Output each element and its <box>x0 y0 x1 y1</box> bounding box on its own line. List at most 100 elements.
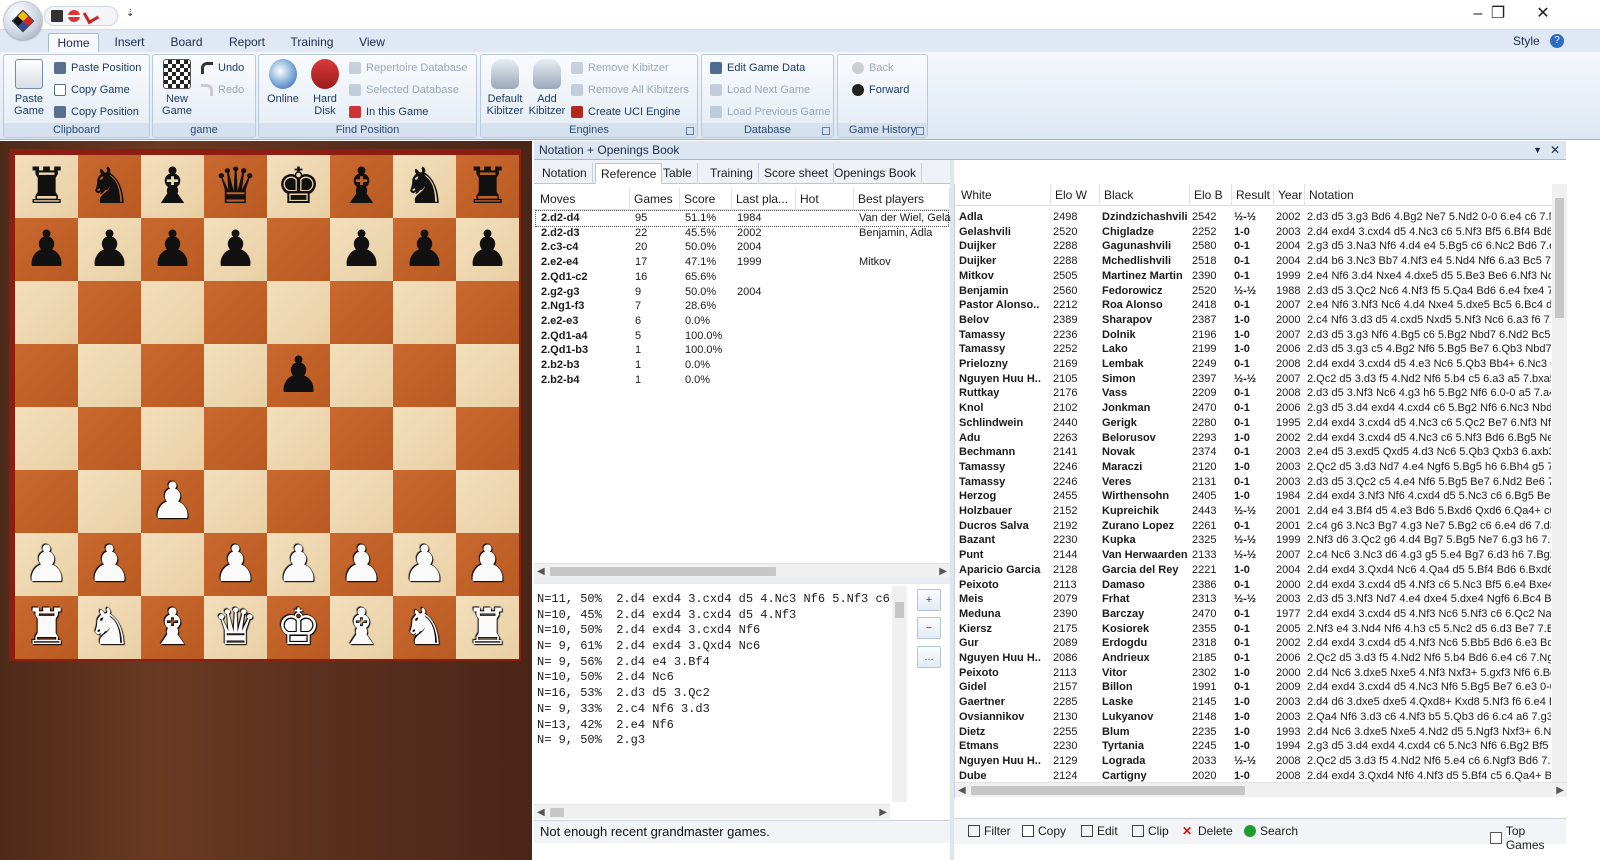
game-row[interactable]: Tamassy 2252 Lako 2199 1-0 2006 2.d3 d5 3.g3 c… <box>955 342 1552 357</box>
square-b1[interactable]: ♞ <box>78 596 141 659</box>
tab-view[interactable]: View <box>352 33 392 52</box>
close-button[interactable]: ✕ <box>1523 3 1563 25</box>
game-row[interactable]: Kiersz 2175 Kosiorek 2355 0-1 2005 2.Nf3 e4 3.… <box>955 622 1552 637</box>
col-games[interactable]: Games <box>630 188 680 210</box>
move-row[interactable]: 2.Qd1-a4 5 100.0% <box>536 329 948 344</box>
black-pawn-icon[interactable]: ♟ <box>402 218 447 281</box>
black-king-icon[interactable]: ♚ <box>276 155 321 218</box>
clip-button[interactable]: Clip <box>1132 824 1169 838</box>
square-b2[interactable]: ♟ <box>78 533 141 596</box>
square-h6[interactable] <box>456 281 519 344</box>
white-pawn-icon[interactable]: ♟ <box>339 533 384 596</box>
game-row[interactable]: Meis 2079 Frhat 2313 ½-½ 2003 2.d3 d5 3.Nf3 Nd… <box>955 592 1552 607</box>
square-b6[interactable] <box>78 281 141 344</box>
game-row[interactable]: Ducros Salva 2192 Zurano Lopez 2261 0-1 2001 2… <box>955 519 1552 534</box>
square-a2[interactable]: ♟ <box>15 533 78 596</box>
square-e5[interactable]: ♟ <box>267 344 330 407</box>
black-knight-icon[interactable]: ♞ <box>402 155 447 218</box>
paste-position-button[interactable]: Paste Position <box>54 59 141 77</box>
square-f3[interactable] <box>330 470 393 533</box>
lines-hscroll[interactable]: ◀ ▶ <box>534 804 890 819</box>
move-row[interactable]: 2.d2-d3 22 45.5% 2002 Benjamin, Adla <box>536 226 948 241</box>
black-pawn-icon[interactable]: ♟ <box>87 218 132 281</box>
square-h8[interactable]: ♜ <box>456 155 519 218</box>
black-bishop-icon[interactable]: ♝ <box>150 155 195 218</box>
game-row[interactable]: Gaertner 2285 Laske 2145 1-0 2003 2.d4 d6 3.dx… <box>955 695 1552 710</box>
copy-button[interactable]: Copy <box>1022 824 1066 838</box>
square-e2[interactable]: ♟ <box>267 533 330 596</box>
zoom-in-button[interactable]: + <box>917 589 941 611</box>
game-row[interactable]: Nguyen Huu H.. 2129 Lograda 2033 ½-½ 2008 2.Qc… <box>955 754 1552 769</box>
game-row[interactable]: Pastor Alonso.. 2212 Roa Alonso 2418 0-1 2007… <box>955 298 1552 313</box>
game-row[interactable]: Gur 2089 Erdogdu 2318 0-1 2002 2.d4 exd4 3.cxd… <box>955 636 1552 651</box>
col-best-players[interactable]: Best players <box>854 188 950 210</box>
game-row[interactable]: Bechmann 2141 Novak 2374 0-1 2003 2.e4 d5 3.ex… <box>955 445 1552 460</box>
default-kibitzer-button[interactable]: Default Kibitzer <box>483 57 527 117</box>
game-row[interactable]: Adu 2263 Belorusov 2293 1-0 2002 2.d4 exd4 3.c… <box>955 431 1552 446</box>
square-d4[interactable] <box>204 407 267 470</box>
scroll-thumb[interactable] <box>550 567 776 576</box>
square-d5[interactable] <box>204 344 267 407</box>
col-black[interactable]: Black <box>1100 184 1190 206</box>
black-pawn-icon[interactable]: ♟ <box>276 344 321 407</box>
tab-openings-book[interactable]: Openings Book <box>829 163 923 184</box>
top-games-checkbox[interactable]: Top Games <box>1490 824 1566 852</box>
black-rook-icon[interactable]: ♜ <box>24 155 69 218</box>
opening-line[interactable]: N=11, 50% 2.d4 exd4 3.cxd4 d5 4.Nc3 Nf6 … <box>537 592 890 608</box>
game-row[interactable]: Schlindwein 2440 Gerigk 2280 0-1 1995 2.d4 exd… <box>955 416 1552 431</box>
game-row[interactable]: Tamassy 2236 Dolnik 2196 1-0 2007 2.d3 d5 3.g3… <box>955 328 1552 343</box>
moves-hscroll[interactable]: ◀ ▶ <box>534 563 950 578</box>
square-c5[interactable] <box>141 344 204 407</box>
move-row[interactable]: 2.e2-e4 17 47.1% 1999 Mitkov <box>536 255 948 270</box>
square-a7[interactable]: ♟ <box>15 218 78 281</box>
square-c1[interactable]: ♝ <box>141 596 204 659</box>
game-row[interactable]: Ruttkay 2176 Vass 2209 0-1 2008 2.d3 d5 3.Nf3 … <box>955 386 1552 401</box>
game-row[interactable]: Duijker 2288 Gagunashvili 2580 0-1 2004 2.g3 d… <box>955 239 1552 254</box>
white-pawn-icon[interactable]: ♟ <box>276 533 321 596</box>
square-e4[interactable] <box>267 407 330 470</box>
game-row[interactable]: Knol 2102 Jonkman 2470 0-1 2006 2.g3 d5 3.d4 e… <box>955 401 1552 416</box>
square-g5[interactable] <box>393 344 456 407</box>
tab-table[interactable]: Table <box>658 163 698 184</box>
tab-training[interactable]: Training <box>705 163 759 184</box>
white-knight-icon[interactable]: ♞ <box>402 596 447 659</box>
move-row[interactable]: 2.g2-g3 9 50.0% 2004 <box>536 285 948 300</box>
online-button[interactable]: Online <box>261 57 305 105</box>
scroll-left-icon[interactable]: ◀ <box>958 783 966 798</box>
square-e6[interactable] <box>267 281 330 344</box>
white-pawn-icon[interactable]: ♟ <box>150 470 195 533</box>
qat-customize-button[interactable]: ⇣ <box>126 8 134 19</box>
tab-training[interactable]: Training <box>284 33 340 52</box>
scroll-thumb[interactable] <box>550 808 564 817</box>
black-pawn-icon[interactable]: ♟ <box>339 218 384 281</box>
dialog-launcher-icon[interactable] <box>916 127 924 135</box>
undo-button[interactable]: Undo <box>201 59 244 77</box>
style-menu[interactable]: Style <box>1513 34 1540 48</box>
move-row[interactable]: 2.Qd1-b3 1 100.0% <box>536 343 948 358</box>
square-h3[interactable] <box>456 470 519 533</box>
square-d6[interactable] <box>204 281 267 344</box>
square-e8[interactable]: ♚ <box>267 155 330 218</box>
square-h7[interactable]: ♟ <box>456 218 519 281</box>
filter-button[interactable]: Filter <box>968 824 1011 838</box>
white-rook-icon[interactable]: ♜ <box>24 596 69 659</box>
dialog-launcher-icon[interactable] <box>822 127 830 135</box>
repertoire-database-button[interactable]: Repertoire Database <box>349 59 468 77</box>
square-e1[interactable]: ♚ <box>267 596 330 659</box>
square-g1[interactable]: ♞ <box>393 596 456 659</box>
engine-icon[interactable] <box>82 7 100 25</box>
game-row[interactable]: Benjamin 2560 Fedorowicz 2520 ½-½ 1988 2.d3 d5… <box>955 284 1552 299</box>
selected-database-button[interactable]: Selected Database <box>349 81 459 99</box>
game-row[interactable]: Dube 2124 Cartigny 2020 1-0 2008 2.d4 exd4 3.Q… <box>955 769 1552 784</box>
tab-home[interactable]: Home <box>48 33 99 52</box>
game-row[interactable]: Gidel 2157 Billon 1991 0-1 2009 2.d4 exd4 3.cx… <box>955 680 1552 695</box>
panel-close-icon[interactable]: ✕ <box>1550 141 1560 160</box>
scroll-thumb[interactable] <box>1555 198 1564 318</box>
game-row[interactable]: Peixoto 2113 Damaso 2386 0-1 2000 2.d4 exd4 3.… <box>955 578 1552 593</box>
opening-line[interactable]: N=16, 53% 2.d3 d5 3.Qc2 <box>537 686 889 702</box>
copy-game-button[interactable]: Copy Game <box>54 81 130 99</box>
move-row[interactable]: 2.d2-d4 95 51.1% 1984 Van der Wiel, Gela <box>535 210 951 227</box>
square-c3[interactable]: ♟ <box>141 470 204 533</box>
game-row[interactable]: Holzbauer 2152 Kupreichik 2443 ½-½ 2001 2.d4 e… <box>955 504 1552 519</box>
move-row[interactable]: 2.e2-e3 6 0.0% <box>536 314 948 329</box>
